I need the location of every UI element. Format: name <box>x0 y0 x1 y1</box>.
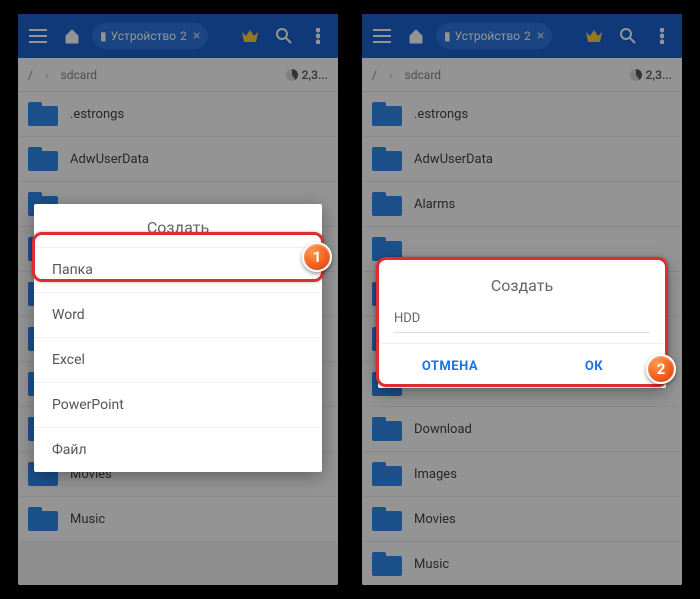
folder-icon <box>372 417 402 441</box>
overflow-icon[interactable] <box>304 22 332 50</box>
toolbar-tab[interactable]: ▮ Устройство 2 × <box>92 23 208 49</box>
list-item[interactable]: Music <box>18 497 338 542</box>
create-option[interactable]: Файл <box>34 427 322 472</box>
file-name: Movies <box>414 512 456 527</box>
dialog-title: Создать <box>34 204 322 247</box>
crown-icon[interactable] <box>580 22 608 50</box>
step-badge-2: 2 <box>646 354 676 384</box>
file-name: Download <box>414 422 472 437</box>
file-name: Images <box>414 467 457 482</box>
create-option[interactable]: PowerPoint <box>34 382 322 427</box>
folder-icon <box>28 507 58 531</box>
breadcrumb: / › sdcard 2,3... <box>18 58 338 92</box>
sdcard-icon: ▮ <box>444 29 451 43</box>
file-name: .estrongs <box>414 107 468 122</box>
screenshot-left: ▮ Устройство 2 × / › sdcard 2,3... .estr… <box>18 14 338 585</box>
pie-icon <box>286 69 298 81</box>
search-icon[interactable] <box>270 22 298 50</box>
folder-icon <box>372 102 402 126</box>
list-item[interactable]: Music <box>362 542 682 585</box>
folder-icon <box>372 147 402 171</box>
app-toolbar: ▮ Устройство 2 × <box>18 14 338 58</box>
create-option[interactable]: Excel <box>34 337 322 382</box>
create-option[interactable]: Папка <box>34 247 322 292</box>
folder-name-input[interactable]: HDD <box>378 301 666 344</box>
breadcrumb-sdcard[interactable]: sdcard <box>405 68 442 82</box>
step-badge-1: 1 <box>302 242 332 272</box>
create-name-dialog: Создать HDD ОТМЕНА ОК <box>378 262 666 388</box>
chevron-right-icon: › <box>389 68 393 82</box>
tab-count: 2 <box>524 29 531 43</box>
file-name: Music <box>414 557 449 572</box>
sdcard-icon: ▮ <box>100 29 107 43</box>
chevron-right-icon: › <box>45 68 49 82</box>
file-name: AdwUserData <box>414 152 493 167</box>
folder-icon <box>372 462 402 486</box>
folder-icon <box>372 507 402 531</box>
breadcrumb-sdcard[interactable]: sdcard <box>61 68 98 82</box>
file-name: Music <box>70 512 105 527</box>
menu-icon[interactable] <box>24 22 52 50</box>
tab-label: Устройство <box>455 29 520 43</box>
pie-icon <box>630 69 642 81</box>
tab-label: Устройство <box>111 29 176 43</box>
menu-icon[interactable] <box>368 22 396 50</box>
list-item[interactable]: .estrongs <box>18 92 338 137</box>
folder-icon <box>372 192 402 216</box>
list-item[interactable]: AdwUserData <box>18 137 338 182</box>
list-item[interactable]: Download <box>362 407 682 452</box>
close-icon[interactable]: × <box>537 28 544 44</box>
search-icon[interactable] <box>614 22 642 50</box>
breadcrumb: / › sdcard 2,3... <box>362 58 682 92</box>
dialog-button-row: ОТМЕНА ОК <box>378 344 666 388</box>
breadcrumb-root[interactable]: / <box>28 68 33 82</box>
breadcrumb-root[interactable]: / <box>372 68 377 82</box>
file-name: .estrongs <box>70 107 124 122</box>
cancel-button[interactable]: ОТМЕНА <box>378 344 522 388</box>
file-name: Alarms <box>414 197 455 212</box>
create-option[interactable]: Word <box>34 292 322 337</box>
storage-indicator[interactable]: 2,3... <box>630 68 672 82</box>
screenshot-right: ▮ Устройство 2 × / › sdcard 2,3... .estr… <box>362 14 682 585</box>
toolbar-tab[interactable]: ▮ Устройство 2 × <box>436 23 552 49</box>
overflow-icon[interactable] <box>648 22 676 50</box>
create-dialog: Создать ПапкаWordExcelPowerPointФайл <box>34 204 322 472</box>
ok-button[interactable]: ОК <box>522 344 666 388</box>
list-item[interactable]: AdwUserData <box>362 137 682 182</box>
folder-icon <box>28 102 58 126</box>
dialog-title: Создать <box>378 262 666 301</box>
list-item[interactable]: Images <box>362 452 682 497</box>
file-name: AdwUserData <box>70 152 149 167</box>
home-icon[interactable] <box>402 22 430 50</box>
tab-count: 2 <box>180 29 187 43</box>
storage-indicator[interactable]: 2,3... <box>286 68 328 82</box>
app-toolbar: ▮ Устройство 2 × <box>362 14 682 58</box>
folder-icon <box>372 237 402 261</box>
home-icon[interactable] <box>58 22 86 50</box>
folder-icon <box>372 552 402 576</box>
folder-icon <box>28 147 58 171</box>
list-item[interactable]: Alarms <box>362 182 682 227</box>
crown-icon[interactable] <box>236 22 264 50</box>
list-item[interactable]: .estrongs <box>362 92 682 137</box>
list-item[interactable]: Movies <box>362 497 682 542</box>
close-icon[interactable]: × <box>193 28 200 44</box>
